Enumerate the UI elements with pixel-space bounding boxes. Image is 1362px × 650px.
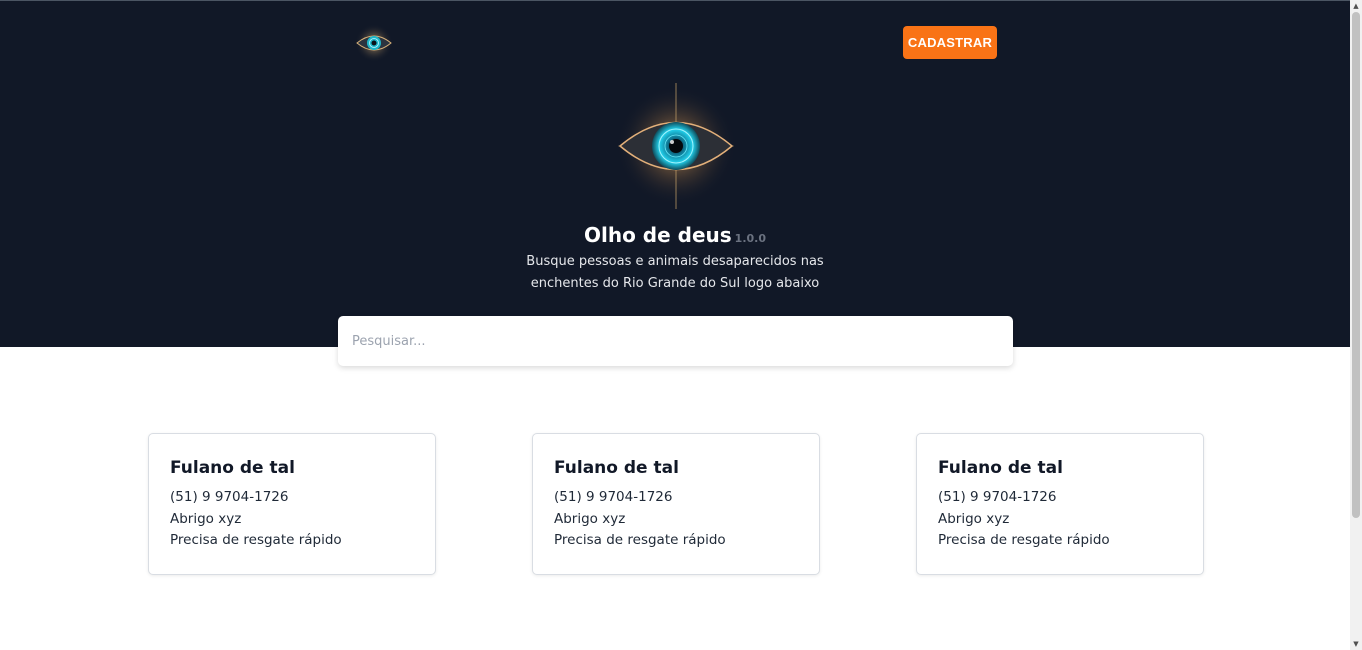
register-button[interactable]: CADASTRAR <box>903 26 997 59</box>
person-card[interactable]: Fulano de tal (51) 9 9704-1726 Abrigo xy… <box>916 433 1204 575</box>
eye-icon[interactable] <box>353 23 395 63</box>
person-card[interactable]: Fulano de tal (51) 9 9704-1726 Abrigo xy… <box>532 433 820 575</box>
scroll-thumb[interactable] <box>1352 12 1360 518</box>
person-shelter: Abrigo xyz <box>938 510 1010 527</box>
title-row: Olho de deus 1.0.0 <box>0 223 1350 247</box>
scroll-down-arrow-icon[interactable]: ▼ <box>1350 638 1362 650</box>
scrollbar[interactable]: ▲ ▼ <box>1350 0 1362 650</box>
person-phone: (51) 9 9704-1726 <box>554 489 673 505</box>
version-badge: 1.0.0 <box>734 232 766 245</box>
person-shelter: Abrigo xyz <box>170 510 242 527</box>
person-note: Precisa de resgate rápido <box>554 532 726 548</box>
person-name: Fulano de tal <box>170 458 295 478</box>
person-card[interactable]: Fulano de tal (51) 9 9704-1726 Abrigo xy… <box>148 433 436 575</box>
person-name: Fulano de tal <box>938 458 1063 478</box>
person-note: Precisa de resgate rápido <box>170 532 342 548</box>
scroll-up-arrow-icon[interactable]: ▲ <box>1350 0 1362 12</box>
person-shelter: Abrigo xyz <box>554 510 626 527</box>
hero-section: CADASTRAR Olho de deus 1.0.0 Busque pess… <box>0 0 1350 347</box>
eye-icon <box>616 83 736 209</box>
page-subtitle: Busque pessoas e animais desaparecidos n… <box>526 254 824 291</box>
page-title: Olho de deus <box>584 223 732 247</box>
person-note: Precisa de resgate rápido <box>938 532 1110 548</box>
person-phone: (51) 9 9704-1726 <box>938 489 1057 505</box>
search-input[interactable] <box>338 316 1013 366</box>
person-name: Fulano de tal <box>554 458 679 478</box>
person-phone: (51) 9 9704-1726 <box>170 489 289 505</box>
